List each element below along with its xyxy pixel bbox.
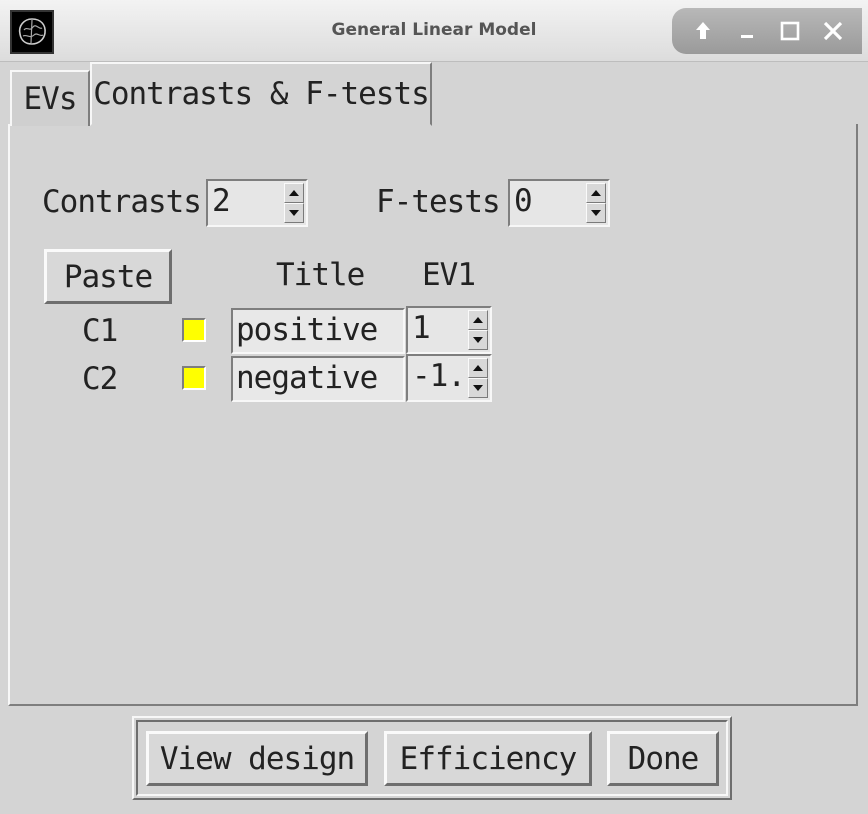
- ftests-value[interactable]: 0: [514, 183, 533, 219]
- tab-label: EVs: [23, 81, 78, 117]
- efficiency-label: Efficiency: [399, 740, 578, 777]
- contrast-title-value[interactable]: positive: [236, 312, 378, 348]
- window-controls: [672, 8, 862, 54]
- title-column-header: Title: [276, 257, 365, 293]
- ev1-column-header: EV1: [422, 257, 476, 293]
- spin-up-icon[interactable]: [468, 358, 488, 378]
- view-design-label: View design: [159, 740, 355, 777]
- ev1-value[interactable]: -1.: [412, 358, 466, 394]
- contrast-checkbox[interactable]: [182, 366, 206, 390]
- tab-bar: EVs Contrasts & F-tests: [8, 62, 858, 126]
- ev1-spinbox[interactable]: 1: [406, 306, 492, 354]
- ftests-spinbox[interactable]: 0: [508, 179, 610, 227]
- contrasts-spinbox[interactable]: 2: [206, 179, 308, 227]
- title-bar[interactable]: General Linear Model: [0, 0, 868, 62]
- spin-down-icon[interactable]: [586, 203, 606, 223]
- ev1-spinbox[interactable]: -1.: [406, 354, 492, 402]
- contrast-row-name: C1: [82, 313, 118, 349]
- spin-up-icon[interactable]: [586, 183, 606, 203]
- maximize-icon[interactable]: [775, 16, 805, 46]
- tab-evs[interactable]: EVs: [10, 70, 90, 126]
- efficiency-button[interactable]: Efficiency: [384, 731, 592, 786]
- spin-up-icon[interactable]: [284, 183, 304, 203]
- done-label: Done: [627, 740, 700, 777]
- done-button[interactable]: Done: [607, 731, 719, 786]
- view-design-button[interactable]: View design: [146, 731, 368, 786]
- contrasts-value[interactable]: 2: [212, 183, 231, 219]
- tab-label: Contrasts & F-tests: [93, 76, 430, 112]
- up-arrow-icon[interactable]: [688, 16, 718, 46]
- tab-contrasts-ftests[interactable]: Contrasts & F-tests: [90, 62, 432, 126]
- ev1-value[interactable]: 1: [412, 310, 431, 346]
- paste-button-label: Paste: [63, 258, 153, 295]
- spin-up-icon[interactable]: [468, 310, 488, 330]
- contrast-title-value[interactable]: negative: [236, 360, 378, 396]
- contrast-checkbox[interactable]: [182, 318, 206, 342]
- paste-button[interactable]: Paste: [44, 249, 172, 304]
- contrast-title-input[interactable]: negative: [231, 356, 405, 402]
- spin-down-icon[interactable]: [284, 203, 304, 223]
- close-icon[interactable]: [818, 16, 848, 46]
- contrast-title-input[interactable]: positive: [231, 308, 405, 354]
- spin-down-icon[interactable]: [468, 378, 488, 398]
- ftests-label: F-tests: [376, 184, 501, 220]
- contrasts-label: Contrasts: [42, 184, 202, 220]
- spin-down-icon[interactable]: [468, 330, 488, 350]
- minimize-icon[interactable]: [732, 16, 762, 46]
- contrast-row-name: C2: [82, 361, 118, 397]
